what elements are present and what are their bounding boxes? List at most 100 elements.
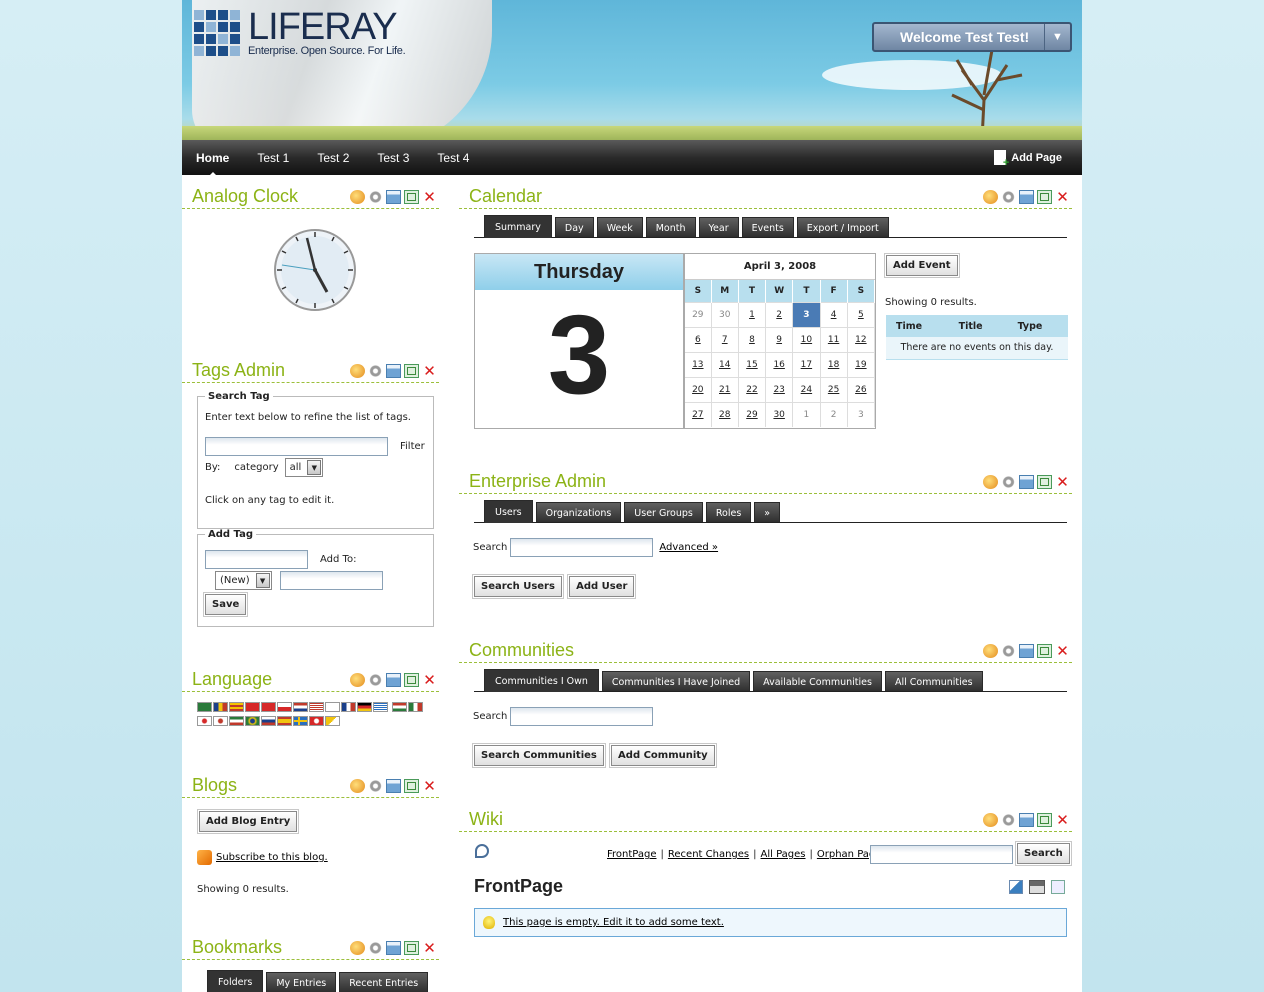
- calendar-day[interactable]: 18: [820, 351, 848, 377]
- flag-icon[interactable]: [245, 716, 260, 726]
- flag-icon[interactable]: [357, 702, 372, 712]
- configuration-icon[interactable]: [368, 364, 383, 378]
- look-and-feel-icon[interactable]: [350, 941, 365, 955]
- calendar-day[interactable]: 6: [685, 326, 712, 352]
- minimize-icon[interactable]: [386, 364, 401, 378]
- add-user-button[interactable]: Add User: [567, 574, 637, 599]
- add-community-button[interactable]: Add Community: [609, 743, 717, 768]
- look-and-feel-icon[interactable]: [983, 813, 998, 827]
- close-icon[interactable]: ✕: [1055, 475, 1070, 490]
- wiki-search-button[interactable]: Search: [1015, 841, 1072, 866]
- configuration-icon[interactable]: [1001, 190, 1016, 204]
- wiki-empty-link[interactable]: This page is empty. Edit it to add some …: [503, 917, 724, 928]
- add-to-select[interactable]: (New) ▼: [215, 571, 272, 590]
- tab-users[interactable]: Users: [484, 500, 533, 523]
- wiki-link-recent-changes[interactable]: Recent Changes: [668, 849, 749, 860]
- wrench-icon[interactable]: [475, 844, 489, 858]
- tab-all-communities[interactable]: All Communities: [884, 671, 983, 691]
- calendar-day[interactable]: 12: [847, 326, 876, 352]
- user-search-input[interactable]: [510, 538, 654, 557]
- flag-icon[interactable]: [373, 702, 388, 712]
- calendar-day[interactable]: 13: [685, 351, 712, 377]
- configuration-icon[interactable]: [368, 190, 383, 204]
- nav-item-test-4[interactable]: Test 4: [423, 151, 483, 165]
- calendar-day[interactable]: 8: [738, 326, 767, 352]
- flag-icon[interactable]: [341, 702, 356, 712]
- nav-item-home[interactable]: Home: [182, 151, 243, 179]
- flag-icon[interactable]: [213, 702, 228, 712]
- flag-icon[interactable]: [197, 702, 212, 712]
- flag-icon[interactable]: [309, 716, 324, 726]
- close-icon[interactable]: ✕: [1055, 644, 1070, 659]
- minimize-icon[interactable]: [1019, 190, 1034, 204]
- maximize-icon[interactable]: [404, 673, 419, 687]
- nav-item-test-2[interactable]: Test 2: [303, 151, 363, 165]
- calendar-day[interactable]: 22: [738, 376, 767, 402]
- maximize-icon[interactable]: [404, 364, 419, 378]
- minimize-icon[interactable]: [1019, 813, 1034, 827]
- calendar-day[interactable]: 9: [765, 326, 794, 352]
- tab-my-entries[interactable]: My Entries: [266, 972, 337, 992]
- minimize-icon[interactable]: [1019, 475, 1034, 489]
- tab-roles[interactable]: Roles: [705, 502, 752, 522]
- minimize-icon[interactable]: [386, 190, 401, 204]
- calendar-day[interactable]: 27: [685, 401, 712, 427]
- welcome-menu[interactable]: Welcome Test Test! ▼: [872, 22, 1072, 52]
- calendar-day[interactable]: 3: [792, 301, 821, 327]
- close-icon[interactable]: ✕: [422, 364, 437, 379]
- calendar-day[interactable]: 20: [685, 376, 712, 402]
- calendar-day[interactable]: 23: [765, 376, 794, 402]
- tab-more[interactable]: »: [754, 502, 781, 522]
- maximize-icon[interactable]: [404, 779, 419, 793]
- calendar-day[interactable]: 26: [847, 376, 876, 402]
- edit-icon[interactable]: [1009, 880, 1023, 894]
- minimize-icon[interactable]: [1019, 644, 1034, 658]
- maximize-icon[interactable]: [404, 941, 419, 955]
- tab-user-groups[interactable]: User Groups: [624, 502, 703, 522]
- tag-search-input[interactable]: [205, 437, 388, 456]
- calendar-day[interactable]: 7: [711, 326, 739, 352]
- configuration-icon[interactable]: [1001, 644, 1016, 658]
- calendar-day[interactable]: 1: [738, 301, 767, 327]
- nav-item-test-1[interactable]: Test 1: [243, 151, 303, 165]
- minimize-icon[interactable]: [386, 779, 401, 793]
- flag-icon[interactable]: [309, 702, 324, 712]
- tab-month[interactable]: Month: [645, 217, 696, 237]
- flag-icon[interactable]: [277, 716, 292, 726]
- tab-summary[interactable]: Summary: [484, 215, 552, 238]
- minimize-icon[interactable]: [386, 941, 401, 955]
- look-and-feel-icon[interactable]: [350, 673, 365, 687]
- flag-icon[interactable]: [293, 702, 308, 712]
- close-icon[interactable]: ✕: [422, 941, 437, 956]
- close-icon[interactable]: ✕: [422, 779, 437, 794]
- configuration-icon[interactable]: [368, 779, 383, 793]
- calendar-day[interactable]: 19: [847, 351, 876, 377]
- add-blog-entry-button[interactable]: Add Blog Entry: [196, 809, 300, 834]
- tab-year[interactable]: Year: [698, 217, 739, 237]
- chevron-down-icon[interactable]: ▼: [1044, 24, 1070, 50]
- search-communities-button[interactable]: Search Communities: [472, 743, 606, 768]
- flag-icon[interactable]: [229, 702, 244, 712]
- calendar-day[interactable]: 15: [738, 351, 767, 377]
- wiki-link-all-pages[interactable]: All Pages: [761, 849, 806, 860]
- tab-organizations[interactable]: Organizations: [535, 502, 622, 522]
- flag-icon[interactable]: [197, 716, 212, 726]
- liferay-logo[interactable]: LIFERAY Enterprise. Open Source. For Lif…: [194, 8, 406, 58]
- minimize-icon[interactable]: [386, 673, 401, 687]
- tab-week[interactable]: Week: [596, 217, 643, 237]
- look-and-feel-icon[interactable]: [983, 475, 998, 489]
- print-icon[interactable]: [1029, 880, 1045, 894]
- maximize-icon[interactable]: [1037, 190, 1052, 204]
- flag-icon[interactable]: [261, 702, 276, 712]
- look-and-feel-icon[interactable]: [983, 644, 998, 658]
- close-icon[interactable]: ✕: [422, 673, 437, 688]
- calendar-day[interactable]: 17: [792, 351, 821, 377]
- nav-item-test-3[interactable]: Test 3: [363, 151, 423, 165]
- calendar-day[interactable]: 14: [711, 351, 739, 377]
- calendar-day[interactable]: 21: [711, 376, 739, 402]
- calendar-day[interactable]: 30: [765, 401, 794, 427]
- configuration-icon[interactable]: [368, 941, 383, 955]
- tab-communities-i-own[interactable]: Communities I Own: [484, 669, 599, 692]
- flag-icon[interactable]: [245, 702, 260, 712]
- configuration-icon[interactable]: [1001, 475, 1016, 489]
